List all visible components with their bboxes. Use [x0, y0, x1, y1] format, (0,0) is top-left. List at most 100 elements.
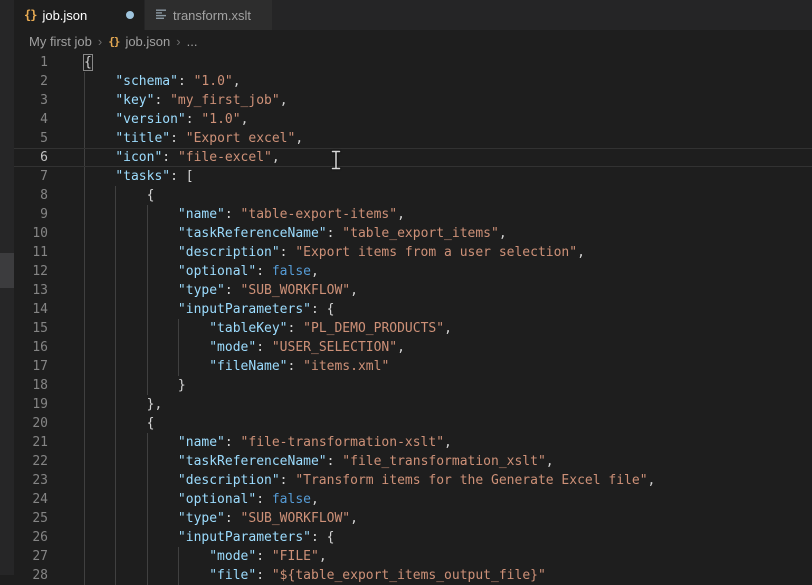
code-line[interactable]: 24 "optional": false, — [14, 490, 812, 509]
code-token: "optional" — [177, 264, 257, 279]
line-number[interactable]: 13 — [14, 281, 48, 300]
code-token: : — [256, 492, 272, 507]
line-number[interactable]: 4 — [14, 110, 48, 129]
line-number[interactable]: 28 — [14, 566, 48, 585]
line-number[interactable]: 21 — [14, 433, 48, 452]
tab-transform-xslt[interactable]: transform.xslt — [145, 0, 272, 30]
line-number[interactable]: 2 — [14, 72, 48, 91]
breadcrumb-item-file[interactable]: job.json — [125, 34, 170, 49]
code-line[interactable]: 14 "inputParameters": { — [14, 300, 812, 319]
modified-indicator-dot[interactable] — [126, 11, 134, 19]
code-token: , — [397, 207, 405, 222]
code-line[interactable]: 20 { — [14, 414, 812, 433]
line-number[interactable]: 27 — [14, 547, 48, 566]
line-number[interactable]: 7 — [14, 167, 48, 186]
code-line[interactable]: 4 "version": "1.0", — [14, 110, 812, 129]
line-number[interactable]: 26 — [14, 528, 48, 547]
chevron-right-icon: › — [176, 34, 181, 49]
code-line[interactable]: 1{ — [14, 53, 812, 72]
code-line[interactable]: 7 "tasks": [ — [14, 167, 812, 186]
code-line[interactable]: 16 "mode": "USER_SELECTION", — [14, 338, 812, 357]
line-number[interactable]: 1 — [14, 53, 48, 72]
line-number[interactable]: 8 — [14, 186, 48, 205]
leading-whitespace — [84, 112, 115, 127]
code-line[interactable]: 5 "title": "Export excel", — [14, 129, 812, 148]
code-token: : — [256, 549, 272, 564]
code-line[interactable]: 27 "mode": "FILE", — [14, 547, 812, 566]
line-number[interactable]: 17 — [14, 357, 48, 376]
breadcrumb-item-folder[interactable]: My first job — [29, 34, 92, 49]
code-token: "description" — [177, 473, 280, 488]
text-file-icon — [155, 8, 167, 23]
line-number[interactable]: 15 — [14, 319, 48, 338]
code-line[interactable]: 21 "name": "file-transformation-xslt", — [14, 433, 812, 452]
line-number[interactable]: 14 — [14, 300, 48, 319]
code-token: , — [545, 454, 554, 469]
code-line[interactable]: 23 "description": "Transform items for t… — [14, 471, 812, 490]
code-line[interactable]: 9 "name": "table-export-items", — [14, 205, 812, 224]
indent-guide — [84, 528, 85, 547]
code-text: "tableKey": "PL_DEMO_PRODUCTS", — [84, 319, 452, 338]
line-number[interactable]: 5 — [14, 129, 48, 148]
code-line[interactable]: 18 } — [14, 376, 812, 395]
line-number[interactable]: 22 — [14, 452, 48, 471]
line-number[interactable]: 10 — [14, 224, 48, 243]
line-number[interactable]: 9 — [14, 205, 48, 224]
line-number[interactable]: 12 — [14, 262, 48, 281]
indent-guide — [146, 471, 148, 490]
code-text: } — [84, 376, 186, 395]
line-number[interactable]: 11 — [14, 243, 48, 262]
line-number[interactable]: 24 — [14, 490, 48, 509]
code-text: "key": "my_first_job", — [84, 91, 288, 110]
line-number[interactable]: 25 — [14, 509, 48, 528]
code-line[interactable]: 26 "inputParameters": { — [14, 528, 812, 547]
sidebar-scrollbar-thumb[interactable] — [0, 253, 14, 288]
code-line[interactable]: 25 "type": "SUB_WORKFLOW", — [14, 509, 812, 528]
tab-job-json[interactable]: {} job.json — [14, 0, 144, 30]
code-token: : — [326, 226, 343, 241]
code-token: "tasks" — [115, 169, 171, 184]
code-token: , — [271, 150, 280, 165]
line-number[interactable]: 19 — [14, 395, 48, 414]
indent-guide — [146, 566, 148, 585]
indent-guide — [84, 319, 85, 338]
code-line[interactable]: 19 }, — [14, 395, 812, 414]
code-text: "icon": "file-excel", — [84, 149, 280, 166]
indent-guide — [84, 167, 85, 186]
sidebar-scrollbar-track[interactable] — [0, 0, 14, 575]
indent-guide — [84, 186, 85, 205]
code-line[interactable]: 3 "key": "my_first_job", — [14, 91, 812, 110]
line-number[interactable]: 18 — [14, 376, 48, 395]
indent-guide — [146, 262, 148, 281]
code-text: { — [84, 414, 154, 433]
line-number[interactable]: 23 — [14, 471, 48, 490]
line-number[interactable]: 3 — [14, 91, 48, 110]
code-line[interactable]: 12 "optional": false, — [14, 262, 812, 281]
editor-tab-bar: {} job.json transform.xslt — [14, 0, 812, 30]
code-line[interactable]: 10 "taskReferenceName": "table_export_it… — [14, 224, 812, 243]
indent-guide — [115, 281, 117, 300]
code-line[interactable]: 17 "fileName": "items.xml" — [14, 357, 812, 376]
code-token: "SUB_WORKFLOW" — [240, 511, 351, 526]
breadcrumb-item-symbol[interactable]: ... — [187, 34, 198, 49]
line-number[interactable]: 6 — [14, 149, 48, 166]
breadcrumb: My first job › {} job.json › ... — [14, 30, 812, 53]
json-file-icon: {} — [24, 8, 37, 22]
indent-guide — [84, 243, 85, 262]
code-line[interactable]: 13 "type": "SUB_WORKFLOW", — [14, 281, 812, 300]
code-line[interactable]: 6 "icon": "file-excel", — [14, 148, 812, 167]
line-number[interactable]: 16 — [14, 338, 48, 357]
code-token: "fileName" — [209, 359, 288, 374]
code-token: "items.xml" — [303, 359, 390, 374]
indent-guide — [146, 243, 148, 262]
leading-whitespace — [84, 150, 115, 165]
line-number[interactable]: 20 — [14, 414, 48, 433]
code-line[interactable]: 22 "taskReferenceName": "file_transforma… — [14, 452, 812, 471]
code-text: "taskReferenceName": "table_export_items… — [84, 224, 507, 243]
code-line[interactable]: 2 "schema": "1.0", — [14, 72, 812, 91]
code-line[interactable]: 8 { — [14, 186, 812, 205]
code-text: "type": "SUB_WORKFLOW", — [84, 281, 358, 300]
code-line[interactable]: 11 "description": "Export items from a u… — [14, 243, 812, 262]
code-line[interactable]: 28 "file": "${table_export_items_output_… — [14, 566, 812, 585]
code-line[interactable]: 15 "tableKey": "PL_DEMO_PRODUCTS", — [14, 319, 812, 338]
